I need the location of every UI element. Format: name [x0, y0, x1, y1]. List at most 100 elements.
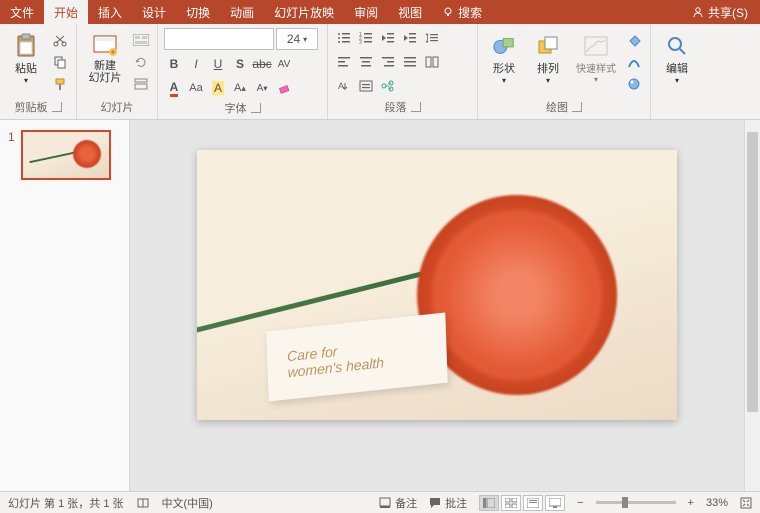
font-size-select[interactable]: 24▾ — [276, 28, 318, 50]
zoom-slider[interactable] — [596, 501, 676, 504]
zoom-slider-thumb[interactable] — [622, 497, 628, 508]
notes-button[interactable]: 备注 — [379, 495, 417, 511]
smartart-button[interactable] — [378, 76, 398, 96]
group-drawing: 形状▾ 排列▾ 快速样式▾ 绘图 — [478, 24, 651, 119]
copy-button[interactable] — [50, 52, 70, 72]
notes-icon — [379, 497, 391, 509]
reading-icon — [527, 498, 539, 508]
text-direction-button[interactable]: A — [334, 76, 354, 96]
section-icon — [134, 78, 148, 90]
arrange-button[interactable]: 排列▾ — [528, 26, 568, 92]
reset-button[interactable] — [131, 52, 151, 72]
lightbulb-icon — [442, 6, 454, 18]
tab-transitions[interactable]: 切换 — [176, 0, 220, 24]
spellcheck-button[interactable] — [136, 497, 150, 509]
align-left-icon — [337, 56, 351, 68]
clear-formatting-button[interactable] — [274, 78, 294, 98]
share-button[interactable]: 共享(S) — [680, 4, 760, 21]
grow-font-button[interactable]: A▴ — [230, 78, 250, 98]
slide-counter[interactable]: 幻灯片 第 1 张，共 1 张 — [8, 495, 124, 511]
effects-icon — [627, 77, 641, 91]
slide-1[interactable]: Care for women's health — [197, 150, 677, 420]
line-spacing-icon — [425, 32, 439, 44]
thumbnail-pane[interactable]: 1 — [0, 120, 130, 491]
sorter-view-button[interactable] — [501, 495, 521, 511]
slideshow-view-button[interactable] — [545, 495, 565, 511]
cut-button[interactable] — [50, 30, 70, 50]
find-icon — [665, 34, 689, 58]
columns-button[interactable] — [422, 52, 442, 72]
shape-fill-button[interactable] — [624, 30, 644, 50]
tab-home[interactable]: 开始 — [44, 0, 88, 24]
quick-styles-button[interactable]: 快速样式▾ — [572, 26, 620, 92]
tab-animations[interactable]: 动画 — [220, 0, 264, 24]
arrange-icon — [536, 34, 560, 58]
tell-me-search[interactable]: 搜索 — [432, 0, 492, 24]
tab-view[interactable]: 视图 — [388, 0, 432, 24]
zoom-level[interactable]: 33% — [706, 497, 728, 509]
zoom-in-button[interactable]: + — [688, 497, 694, 509]
align-left-button[interactable] — [334, 52, 354, 72]
paste-button[interactable]: 粘贴 ▾ — [6, 26, 46, 92]
scrollbar-thumb[interactable] — [747, 132, 758, 412]
italic-button[interactable]: I — [186, 54, 206, 74]
format-painter-button[interactable] — [50, 74, 70, 94]
svg-text:3: 3 — [359, 40, 362, 44]
vertical-scrollbar[interactable] — [744, 120, 760, 491]
zoom-out-button[interactable]: − — [577, 497, 583, 509]
tab-review[interactable]: 审阅 — [344, 0, 388, 24]
bullets-icon — [337, 32, 351, 44]
tab-file[interactable]: 文件 — [0, 0, 44, 24]
font-family-select[interactable] — [164, 28, 274, 50]
reading-view-button[interactable] — [523, 495, 543, 511]
view-buttons — [479, 495, 565, 511]
comments-button[interactable]: 批注 — [429, 495, 467, 511]
language-button[interactable]: 中文(中国) — [162, 495, 213, 511]
dialog-launcher-icon[interactable] — [251, 103, 261, 113]
slide-thumbnail-1[interactable] — [21, 130, 111, 180]
increase-indent-button[interactable] — [400, 28, 420, 48]
dialog-launcher-icon[interactable] — [572, 102, 582, 112]
shapes-button[interactable]: 形状▾ — [484, 26, 524, 92]
align-text-icon — [359, 80, 373, 92]
decrease-indent-button[interactable] — [378, 28, 398, 48]
bullets-button[interactable] — [334, 28, 354, 48]
normal-view-button[interactable] — [479, 495, 499, 511]
ribbon: 粘贴 ▾ 剪贴板 新建 幻灯片 幻灯片 — [0, 24, 760, 120]
underline-button[interactable]: U — [208, 54, 228, 74]
shape-outline-button[interactable] — [624, 52, 644, 72]
strikethrough-button[interactable]: abc — [252, 54, 272, 74]
group-editing: 编辑▾ — [651, 24, 703, 119]
dialog-launcher-icon[interactable] — [411, 102, 421, 112]
layout-button[interactable] — [131, 30, 151, 50]
tab-slideshow[interactable]: 幻灯片放映 — [264, 0, 344, 24]
bold-button[interactable]: B — [164, 54, 184, 74]
sorter-icon — [505, 498, 517, 508]
shape-effects-button[interactable] — [624, 74, 644, 94]
justify-icon — [403, 56, 417, 68]
align-center-button[interactable] — [356, 52, 376, 72]
align-right-button[interactable] — [378, 52, 398, 72]
slide-canvas-area[interactable]: Care for women's health — [130, 120, 744, 491]
fit-icon — [740, 497, 752, 509]
normal-view-icon — [483, 498, 495, 508]
font-color-button[interactable]: A — [164, 78, 184, 98]
section-button[interactable] — [131, 74, 151, 94]
fit-to-window-button[interactable] — [740, 497, 752, 509]
change-case-button[interactable]: Aa — [186, 78, 206, 98]
clipboard-icon — [14, 34, 38, 58]
editing-button[interactable]: 编辑▾ — [657, 26, 697, 92]
numbering-button[interactable]: 123 — [356, 28, 376, 48]
line-spacing-button[interactable] — [422, 28, 442, 48]
justify-button[interactable] — [400, 52, 420, 72]
tab-design[interactable]: 设计 — [132, 0, 176, 24]
dialog-launcher-icon[interactable] — [52, 102, 62, 112]
shadow-button[interactable]: S — [230, 54, 250, 74]
tab-insert[interactable]: 插入 — [88, 0, 132, 24]
highlight-button[interactable]: A — [208, 78, 228, 98]
indent-icon — [403, 32, 417, 44]
align-text-button[interactable] — [356, 76, 376, 96]
char-spacing-button[interactable]: AV — [274, 54, 294, 74]
shrink-font-button[interactable]: A▾ — [252, 78, 272, 98]
new-slide-button[interactable]: 新建 幻灯片 — [83, 26, 127, 92]
